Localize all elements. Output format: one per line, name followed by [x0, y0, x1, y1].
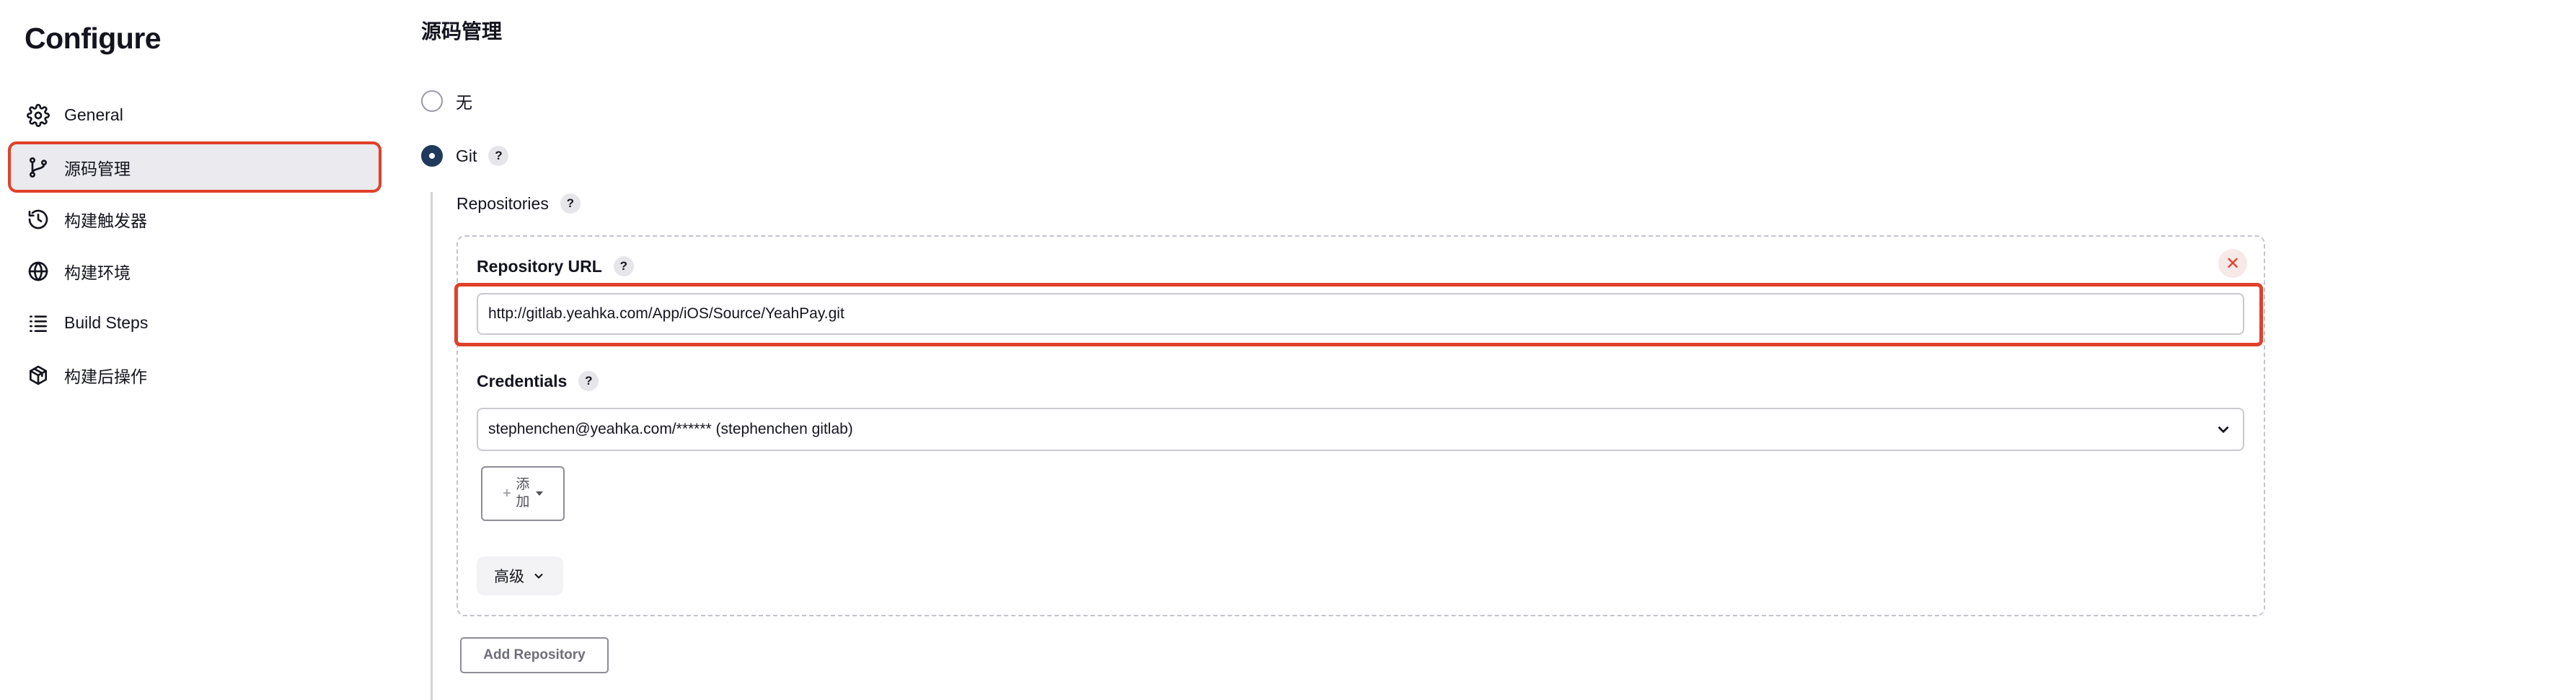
- gear-icon: [25, 102, 51, 128]
- repository-url-help-icon[interactable]: ?: [613, 256, 634, 276]
- advanced-button-label: 高级: [494, 569, 524, 585]
- credentials-help-icon[interactable]: ?: [578, 371, 599, 391]
- sidebar: General 源码管理 构建触发器 构建环境 Build Steps 构建后操…: [8, 92, 381, 403]
- sidebar-item-build-triggers[interactable]: 构建触发器: [10, 196, 379, 242]
- sidebar-item-build-environment[interactable]: 构建环境: [10, 248, 379, 294]
- sidebar-item-label: 构建触发器: [64, 211, 147, 230]
- advanced-button[interactable]: 高级: [477, 556, 563, 595]
- scm-option-none: 无: [421, 89, 472, 113]
- radio-git[interactable]: [421, 145, 443, 167]
- git-help-icon[interactable]: ?: [488, 146, 509, 166]
- page-title: Configure: [25, 22, 162, 55]
- add-credentials-button[interactable]: + 添加: [481, 466, 565, 521]
- repositories-label-text: Repositories: [456, 193, 549, 213]
- repository-url-label: Repository URL ?: [477, 256, 634, 276]
- credentials-select-value: stephenchen@yeahka.com/****** (stephench…: [488, 421, 853, 437]
- sidebar-item-label: 构建环境: [64, 263, 131, 282]
- globe-icon: [25, 258, 51, 284]
- sidebar-item-scm[interactable]: 源码管理: [8, 141, 381, 193]
- sidebar-item-build-steps[interactable]: Build Steps: [10, 299, 379, 346]
- list-icon: [25, 310, 51, 336]
- section-title: 源码管理: [421, 20, 503, 43]
- add-button-label: 添加: [516, 477, 530, 509]
- repositories-help-icon[interactable]: ?: [560, 193, 581, 214]
- package-icon: [25, 362, 51, 388]
- repository-url-input[interactable]: [477, 293, 2244, 335]
- repositories-label: Repositories ?: [456, 193, 581, 214]
- clock-icon: [25, 206, 51, 232]
- radio-none-label: 无: [456, 93, 472, 112]
- caret-down-icon: [535, 491, 543, 496]
- credentials-label: Credentials ?: [477, 371, 599, 391]
- radio-none[interactable]: [421, 90, 443, 112]
- git-section-divider: [431, 192, 433, 700]
- chevron-down-icon: [534, 573, 543, 579]
- credentials-select[interactable]: stephenchen@yeahka.com/****** (stephench…: [477, 408, 2244, 451]
- sidebar-item-label: Build Steps: [64, 313, 149, 332]
- sidebar-item-label: 构建后操作: [64, 367, 147, 386]
- remove-repository-close-icon[interactable]: ✕: [2218, 249, 2247, 278]
- branch-icon: [25, 154, 51, 180]
- credentials-label-text: Credentials: [477, 371, 568, 390]
- sidebar-item-label: General: [64, 105, 123, 124]
- sidebar-item-label: 源码管理: [64, 159, 131, 178]
- sidebar-item-general[interactable]: General: [10, 92, 379, 139]
- repository-url-label-text: Repository URL: [477, 256, 602, 276]
- sidebar-item-post-build-actions[interactable]: 构建后操作: [10, 351, 379, 398]
- plus-icon: +: [503, 485, 511, 502]
- scm-option-git: Git ?: [421, 145, 509, 167]
- radio-git-label: Git: [456, 146, 477, 165]
- add-repository-button[interactable]: Add Repository: [460, 637, 609, 673]
- chevron-down-icon: [2218, 426, 2229, 434]
